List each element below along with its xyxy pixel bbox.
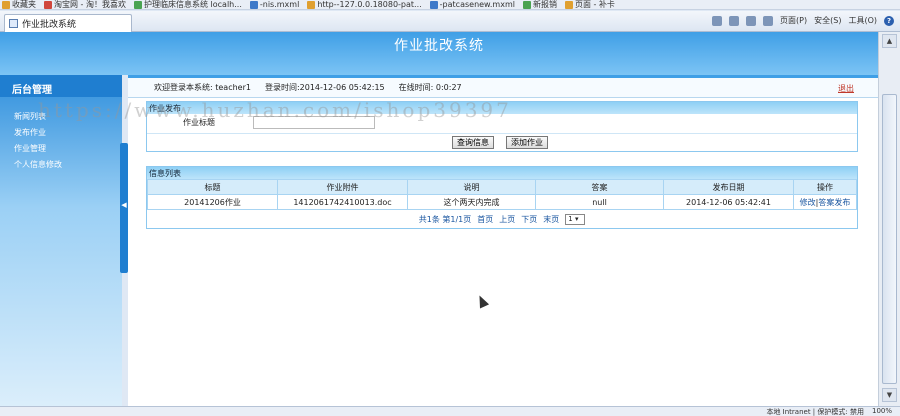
print-icon[interactable] [763,15,774,26]
bookmark-icon [133,0,142,9]
safety-menu[interactable]: 安全(S) [814,15,841,26]
vertical-scrollbar[interactable]: ▲ ▼ [878,32,900,406]
help-icon[interactable]: ? [884,15,894,26]
table-row: 20141206作业 1412061742410013.doc 这个两天内完成 … [147,194,857,210]
bookmark-icon [564,0,573,9]
page-menu[interactable]: 页面(P) [780,15,807,26]
sidebar-title: 后台管理 [0,75,122,97]
pager-summary: 共1条 第1/1页 [418,214,472,224]
sidebar-item-manage[interactable]: 作业管理 [14,141,62,157]
query-button[interactable]: 查询信息 [452,136,494,149]
favorites-button[interactable]: 收藏夹 [2,0,36,9]
column-header: 发布日期 [663,179,794,195]
next-page-link[interactable]: 下页 [521,214,537,225]
app-header: 作业批改系统 [0,32,878,75]
column-header: 答案 [535,179,664,195]
sidebar-item-news[interactable]: 新闻列表 [14,109,62,125]
column-header: 说明 [407,179,536,195]
online-time: 在线时间: 0:0:27 [398,83,462,92]
status-right: 本地 Intranet | 保护模式: 禁用 100% [766,407,892,416]
browser-tab[interactable]: 作业批改系统 [4,14,132,32]
table-header-row: 标题 作业附件 说明 答案 发布日期 操作 [147,179,857,195]
scroll-thumb[interactable] [882,94,897,384]
bookmark-item[interactable]: 新报销 [522,0,557,9]
bookmark-icon [429,0,438,9]
bookmark-icon [44,0,52,9]
zoom-level[interactable]: 100% [872,407,892,416]
bookmark-item[interactable]: -patcasenew.mxml [429,0,515,9]
sidebar: 后台管理 新闻列表 发布作业 作业管理 个人信息修改 [0,75,122,406]
search-panel-title: 作业发布 [147,102,857,114]
add-homework-button[interactable]: 添加作业 [506,136,548,149]
cell-attachment: 1412061742410013.doc [277,194,408,210]
list-panel-title: 信息列表 [147,167,857,179]
scroll-up-button[interactable]: ▲ [882,34,897,48]
bookmark-item[interactable]: -nis.mxml [249,0,299,9]
home-icon[interactable] [712,15,723,26]
browser-toolbar: 页面(P) 安全(S) 工具(O) ? [712,15,894,26]
bookmark-item[interactable]: http--127.0.0.18080-pat... [307,0,422,9]
sidebar-item-publish[interactable]: 发布作业 [14,125,62,141]
welcome-bar: 欢迎登录本系统: teacher1 登录时间:2014-12-06 05:42:… [128,78,878,98]
scroll-down-button[interactable]: ▼ [882,388,897,402]
cell-answer: null [535,194,664,210]
cell-title: 20141206作业 [147,194,278,210]
main-content: 欢迎登录本系统: teacher1 登录时间:2014-12-06 05:42:… [128,75,878,406]
bookmark-item[interactable]: 护理临床信息系统 localh... [133,0,242,9]
last-page-link[interactable]: 末页 [543,214,559,225]
security-zone: 本地 Intranet | 保护模式: 禁用 [766,408,864,416]
chevron-down-icon: ▾ [574,214,579,223]
page-select-value: 1 [568,214,573,223]
pagination: 共1条 第1/1页 首页 上页 下页 末页 1 ▾ [147,210,857,228]
star-icon [2,0,10,9]
page-icon [9,19,18,28]
edit-link[interactable]: 修改 [800,198,816,207]
prev-page-link[interactable]: 上页 [499,214,515,225]
list-panel: 信息列表 标题 作业附件 说明 答案 发布日期 操作 20141206作业 14… [146,166,858,229]
bookmark-icon [249,0,258,9]
column-header: 作业附件 [277,179,408,195]
column-header: 标题 [147,179,278,195]
bookmark-item[interactable]: 页面 - 补卡 [564,0,615,9]
page-select[interactable]: 1 ▾ [565,213,586,225]
cell-actions: 修改|答案发布 [793,194,857,210]
title-input[interactable] [253,116,375,129]
tools-menu[interactable]: 工具(O) [848,15,877,26]
bookmark-icon [307,0,316,9]
title-form-row: 作业标题 [147,114,857,133]
favorites-bar: 收藏夹 淘宝网 - 淘！我喜欢 护理临床信息系统 localh... -nis.… [0,0,900,10]
sidebar-item-profile[interactable]: 个人信息修改 [14,157,62,173]
button-row: 查询信息 添加作业 [147,133,857,151]
first-page-link[interactable]: 首页 [477,214,493,225]
mail-icon[interactable] [746,15,757,26]
column-header: 操作 [793,179,857,195]
sidebar-menu: 新闻列表 发布作业 作业管理 个人信息修改 [14,109,62,173]
search-panel: 作业发布 作业标题 查询信息 添加作业 [146,101,858,152]
bookmark-icon [522,0,531,9]
publish-answer-link[interactable]: 答案发布 [818,198,850,207]
browser-status-bar: 本地 Intranet | 保护模式: 禁用 100% [0,406,900,416]
bookmark-item[interactable]: 淘宝网 - 淘！我喜欢 [44,0,126,9]
title-field-label: 作业标题 [183,118,215,127]
login-time: 登录时间:2014-12-06 05:42:15 [264,83,385,92]
cell-date: 2014-12-06 05:42:41 [663,194,794,210]
feeds-icon[interactable] [729,15,740,26]
app-title: 作业批改系统 [394,38,484,54]
welcome-text: 欢迎登录本系统: teacher1 [154,83,251,92]
homework-table: 标题 作业附件 说明 答案 发布日期 操作 20141206作业 1412061… [147,179,857,210]
browser-tab-bar: 作业批改系统 页面(P) 安全(S) 工具(O) ? [0,11,900,32]
logout-link[interactable]: 退出 [838,83,854,94]
sidebar-collapse-toggle[interactable]: ◀ [120,143,128,273]
cell-note: 这个两天内完成 [407,194,536,210]
